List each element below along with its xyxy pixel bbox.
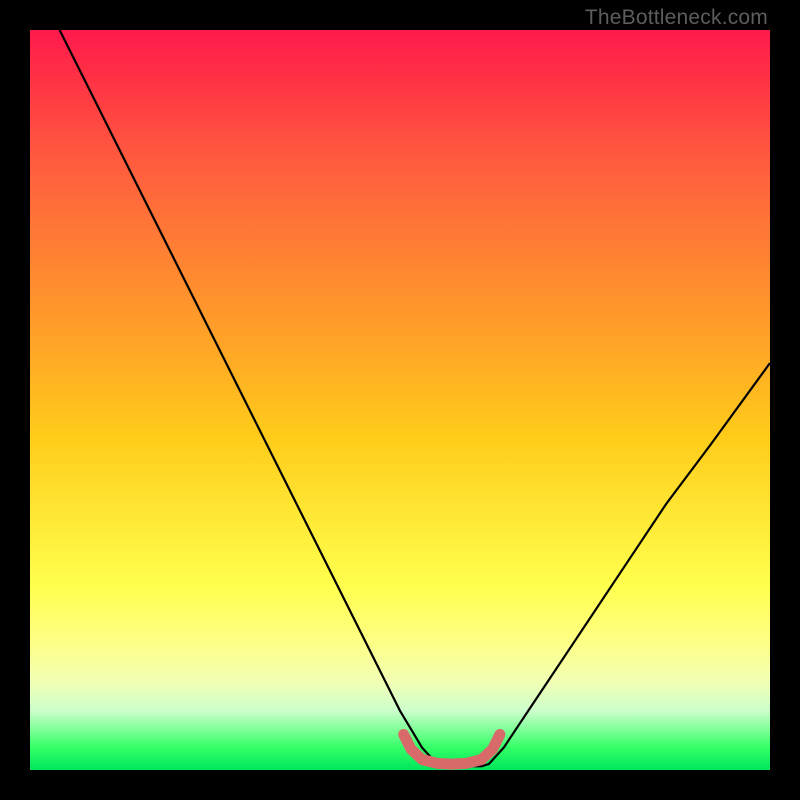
plot-area bbox=[30, 30, 770, 770]
attribution-text: TheBottleneck.com bbox=[585, 6, 768, 30]
bottleneck-curve-line bbox=[60, 30, 770, 766]
chart-container: TheBottleneck.com bbox=[0, 0, 800, 800]
chart-svg bbox=[30, 30, 770, 770]
